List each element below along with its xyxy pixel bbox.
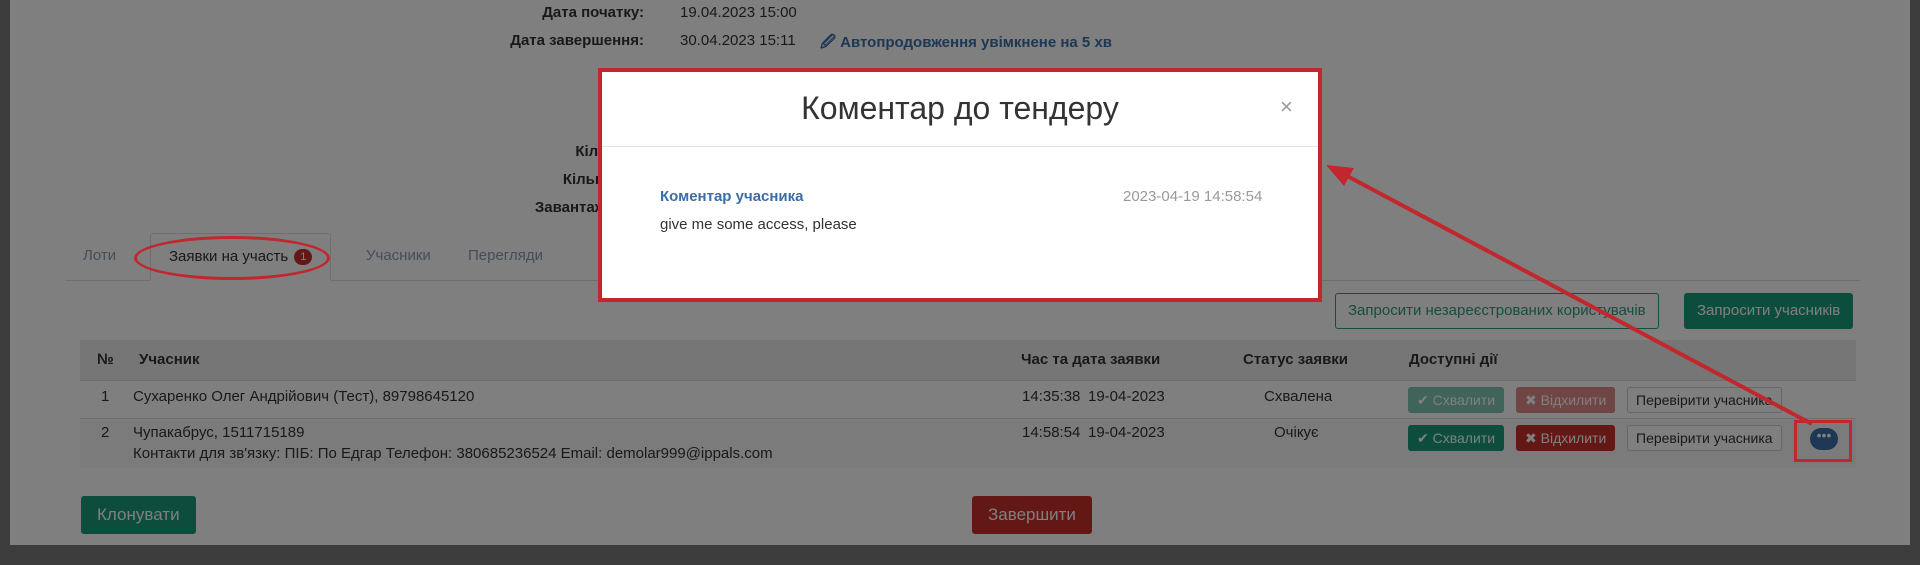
annotation-modal-frame <box>598 68 1322 302</box>
annotation-icon-box <box>1794 420 1852 462</box>
annotation-tab-ellipse <box>134 236 330 280</box>
